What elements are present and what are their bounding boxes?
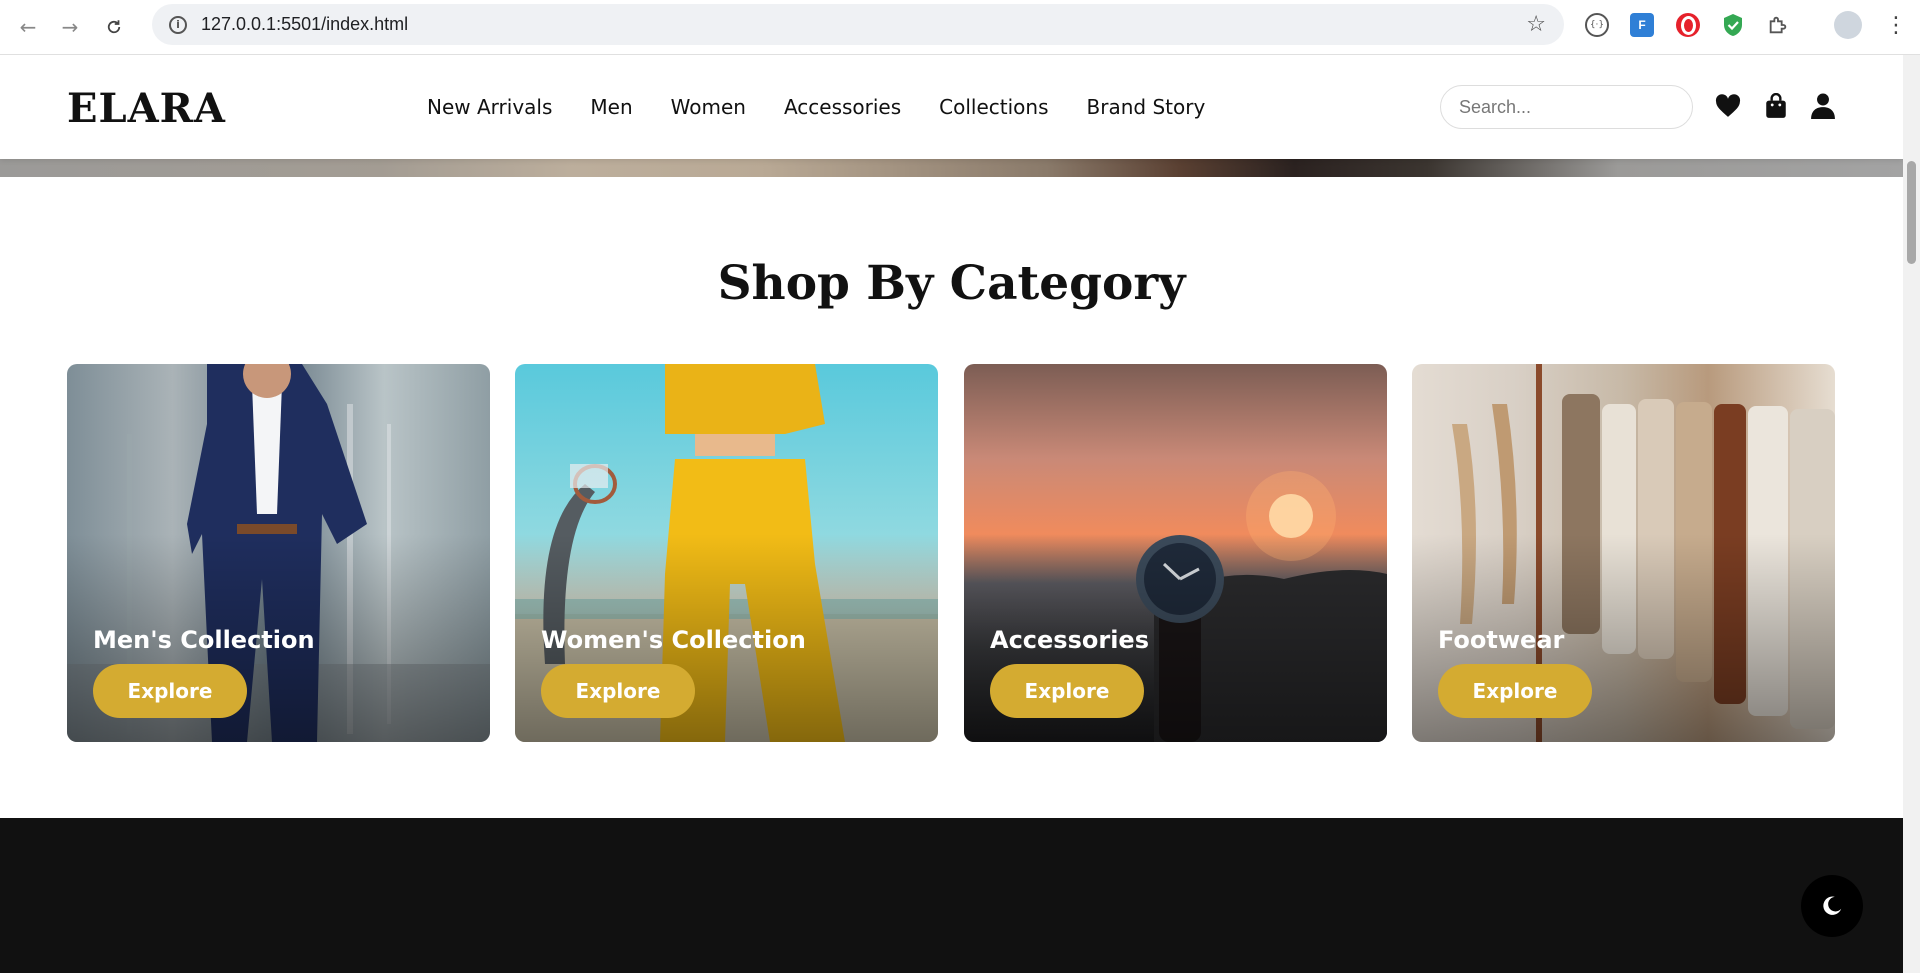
- nav-women[interactable]: Women: [671, 95, 746, 119]
- hero-image-strip: [0, 159, 1903, 177]
- browser-menu-icon[interactable]: ⋮: [1884, 13, 1908, 38]
- search-input[interactable]: [1440, 85, 1693, 129]
- site-header: ELARA New Arrivals Men Women Accessories…: [0, 55, 1903, 159]
- user-account-icon[interactable]: [1809, 92, 1837, 120]
- page-scrollbar[interactable]: [1903, 55, 1920, 973]
- explore-button[interactable]: Explore: [93, 664, 247, 718]
- category-card-men[interactable]: Men's Collection Explore: [67, 364, 490, 742]
- page-viewport: ELARA New Arrivals Men Women Accessories…: [0, 55, 1903, 973]
- nav-new-arrivals[interactable]: New Arrivals: [427, 95, 552, 119]
- site-info-icon[interactable]: i: [169, 15, 187, 34]
- explore-button[interactable]: Explore: [1438, 664, 1592, 718]
- address-bar[interactable]: i 127.0.0.1:5501/index.html ☆: [152, 4, 1564, 45]
- category-card-women[interactable]: Women's Collection Explore: [515, 364, 938, 742]
- theme-toggle-button[interactable]: [1801, 875, 1863, 937]
- browser-toolbar: ← → i 127.0.0.1:5501/index.html ☆ {·} F …: [0, 0, 1920, 55]
- category-title: Accessories: [990, 626, 1149, 654]
- section-title: Shop By Category: [717, 256, 1186, 311]
- shopping-bag-icon[interactable]: [1762, 92, 1790, 120]
- explore-button[interactable]: Explore: [990, 664, 1144, 718]
- category-title: Women's Collection: [541, 626, 806, 654]
- reload-icon[interactable]: [100, 13, 128, 41]
- extension-f-icon[interactable]: F: [1630, 13, 1654, 37]
- nav-men[interactable]: Men: [590, 95, 632, 119]
- extension-icon[interactable]: {·}: [1585, 13, 1609, 37]
- main-nav: New Arrivals Men Women Accessories Colle…: [427, 95, 1243, 119]
- url-text[interactable]: 127.0.0.1:5501/index.html: [201, 14, 408, 35]
- forward-icon[interactable]: →: [56, 13, 84, 41]
- category-title: Footwear: [1438, 626, 1565, 654]
- opera-extension-icon[interactable]: [1676, 13, 1700, 37]
- back-icon[interactable]: ←: [14, 13, 42, 41]
- dark-footer-section: [0, 818, 1903, 973]
- explore-button[interactable]: Explore: [541, 664, 695, 718]
- scrollbar-thumb[interactable]: [1907, 161, 1916, 264]
- site-logo[interactable]: ELARA: [67, 85, 226, 132]
- nav-accessories[interactable]: Accessories: [784, 95, 901, 119]
- category-card-footwear[interactable]: Footwear Explore: [1412, 364, 1835, 742]
- category-card-accessories[interactable]: Accessories Explore: [964, 364, 1387, 742]
- moon-icon: [1823, 896, 1842, 915]
- nav-brand-story[interactable]: Brand Story: [1087, 95, 1206, 119]
- extensions-puzzle-icon[interactable]: [1766, 13, 1790, 37]
- bookmark-star-icon[interactable]: ☆: [1526, 12, 1546, 37]
- profile-avatar-icon[interactable]: [1834, 11, 1862, 39]
- category-title: Men's Collection: [93, 626, 315, 654]
- shield-extension-icon[interactable]: [1721, 13, 1745, 37]
- nav-collections[interactable]: Collections: [939, 95, 1048, 119]
- heart-icon[interactable]: [1714, 92, 1742, 120]
